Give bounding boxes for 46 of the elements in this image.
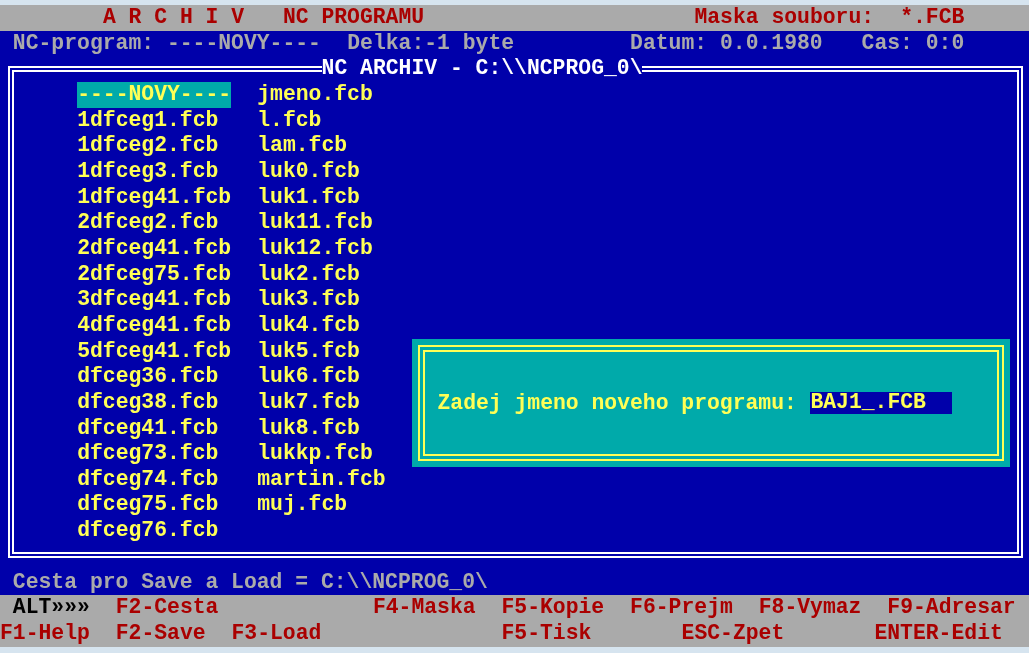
file-item[interactable]: luk3.fcb (257, 287, 360, 313)
file-item[interactable]: 2dfceg41.fcb (77, 235, 232, 262)
file-item[interactable]: martin.fcb (257, 466, 386, 493)
file-item[interactable]: 1dfceg1.fcb (77, 107, 219, 134)
file-item[interactable]: luk0.fcb (257, 158, 360, 185)
file-item[interactable]: l.fcb (257, 107, 322, 134)
file-item[interactable]: luk12.fcb (257, 235, 373, 262)
file-item[interactable]: dfceg73.fcb (77, 441, 219, 467)
input-field[interactable]: BAJ1_.FCB (810, 392, 952, 414)
file-item[interactable]: dfceg41.fcb (77, 415, 219, 442)
file-item[interactable]: jmeno.fcb (257, 81, 373, 108)
file-item[interactable]: luk8.fcb (257, 415, 360, 442)
program-length: Delka:-1 byte (347, 30, 515, 57)
file-item[interactable]: luk11.fcb (257, 210, 373, 236)
file-item[interactable]: luk7.fcb (257, 389, 360, 416)
file-item[interactable]: muj.fcb (257, 492, 348, 519)
file-item[interactable]: luk4.fcb (257, 312, 360, 339)
file-item[interactable]: luk5.fcb (257, 338, 360, 365)
file-item[interactable]: dfceg75.fcb (77, 492, 219, 519)
program-time: Cas: 0:0 (861, 30, 965, 57)
file-item[interactable]: 2dfceg75.fcb (77, 261, 232, 288)
file-item[interactable]: 4dfceg41.fcb (77, 312, 232, 339)
file-item[interactable]: dfceg76.fcb (77, 518, 219, 544)
mask-label: Maska souboru: (694, 5, 875, 31)
app-title: A R C H I V (102, 5, 245, 31)
status-text: Cesta pro Save a Load = C:\\NCPROG_0\ (12, 569, 489, 596)
file-item[interactable]: luk6.fcb (257, 364, 360, 390)
file-item[interactable]: dfceg36.fcb (77, 364, 219, 390)
file-item[interactable]: 1dfceg2.fcb (77, 133, 219, 159)
file-item[interactable]: 2dfceg2.fcb (77, 210, 219, 236)
file-item[interactable]: luk2.fcb (257, 261, 360, 288)
file-item[interactable]: 1dfceg3.fcb (77, 158, 219, 185)
program-name: NC-program: ----NOVY---- (12, 30, 322, 57)
file-item[interactable]: dfceg74.fcb (77, 466, 219, 493)
file-item[interactable]: luk1.fcb (257, 184, 360, 211)
file-item[interactable]: lukkp.fcb (257, 441, 373, 467)
modifier-label: ALT»»» (12, 595, 90, 622)
file-item[interactable]: lam.fcb (257, 133, 348, 159)
prompt-text: Zadej jmeno noveho programu: (437, 390, 798, 415)
file-item[interactable]: 3dfceg41.fcb (77, 287, 232, 313)
file-item[interactable]: dfceg38.fcb (77, 389, 219, 416)
file-item[interactable]: 5dfceg41.fcb (77, 338, 232, 365)
file-item[interactable]: 1dfceg41.fcb (77, 184, 232, 211)
mask-value: *.FCB (900, 5, 965, 31)
program-date: Datum: 0.0.1980 (630, 30, 823, 57)
app-subtitle: NC PROGRAMU (282, 5, 425, 31)
